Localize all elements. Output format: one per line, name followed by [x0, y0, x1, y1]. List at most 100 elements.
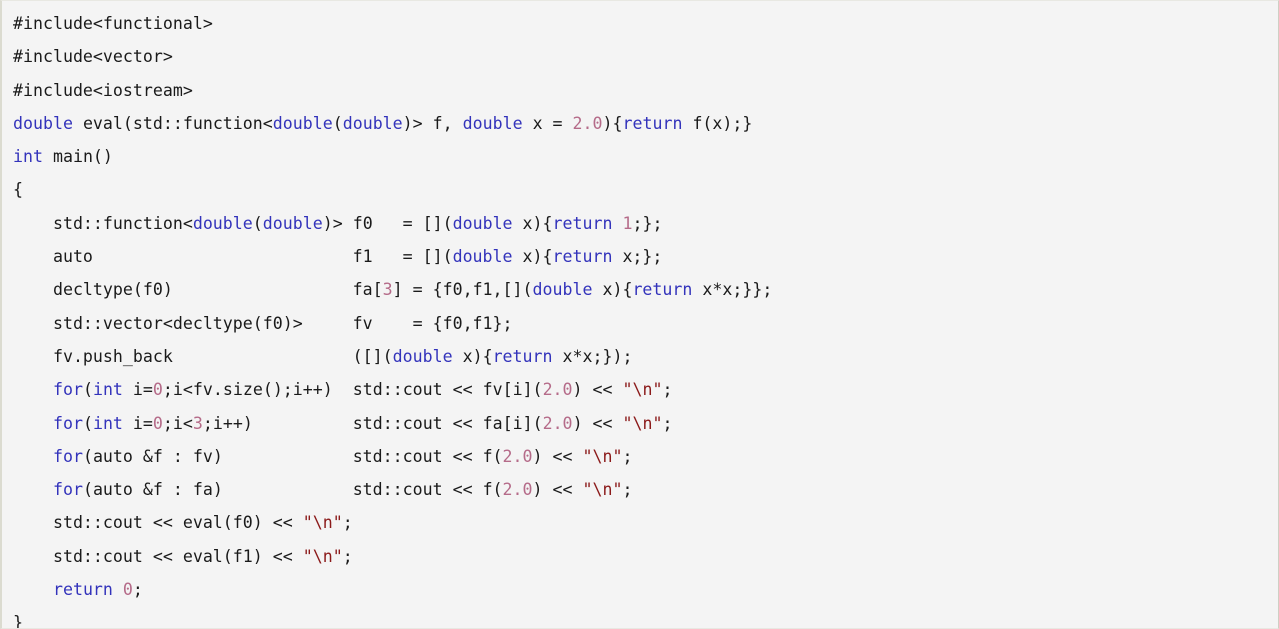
code-token-pl: x*x;}); — [552, 346, 633, 366]
code-token-str: "\n" — [302, 546, 343, 566]
code-token-kw: double — [342, 113, 403, 133]
code-token-num: 2.0 — [572, 113, 603, 133]
code-token-kw: return — [632, 280, 693, 300]
code-token-kw: double — [13, 113, 73, 133]
code-token-kw: double — [262, 213, 323, 233]
code-line: #include<functional> — [13, 7, 1278, 40]
code-token-kw: return — [552, 213, 613, 233]
code-token-num: 0 — [152, 380, 163, 400]
code-line: for(int i=0;i<fv.size();i++) std::cout <… — [13, 373, 1278, 406]
code-token-kw: int — [13, 147, 43, 167]
code-line: std::vector<decltype(f0)> fv = {f0,f1}; — [13, 307, 1278, 340]
code-token-pl: x = — [522, 113, 573, 133]
code-token-pl: ] = {f0,f1,[]( — [392, 280, 533, 300]
code-token-pl: { — [13, 180, 23, 200]
code-token-pl: ;}; — [632, 213, 663, 233]
code-token-num: 0 — [122, 580, 133, 600]
code-token-pl: main() — [42, 147, 113, 167]
code-token-pl: f(x);} — [682, 113, 753, 133]
code-token-pl: ( — [82, 413, 93, 433]
code-line: for(auto &f : fv) std::cout << f(2.0) <<… — [13, 440, 1278, 473]
code-token-pl: #include<vector> — [13, 47, 173, 67]
code-token-kw: double — [452, 213, 513, 233]
code-token-pl: ) << — [572, 380, 623, 400]
code-token-str: "\n" — [582, 480, 623, 500]
code-token-pl: (auto &f : fv) std::cout << f( — [82, 446, 503, 466]
code-line: for(auto &f : fa) std::cout << f(2.0) <<… — [13, 473, 1278, 506]
code-token-kw: return — [552, 247, 613, 267]
code-token-pl: i= — [122, 413, 153, 433]
code-token-pl: #include<functional> — [13, 14, 213, 33]
code-token-pl: ; — [622, 480, 633, 500]
code-token-pl: fv.push_back ([]( — [13, 346, 393, 366]
code-token-kw: for — [52, 480, 83, 500]
code-token-num: 2.0 — [502, 480, 533, 500]
code-line: return 0; — [13, 573, 1278, 606]
code-token-pl: ; — [342, 546, 353, 566]
code-token-kw: double — [272, 113, 333, 133]
code-line: std::function<double(double)> f0 = [](do… — [13, 207, 1278, 240]
code-token-kw: double — [392, 346, 453, 366]
code-line: fv.push_back ([](double x){return x*x;})… — [13, 340, 1278, 373]
code-token-num: 3 — [192, 413, 203, 433]
code-token-num: 2.0 — [542, 380, 573, 400]
code-token-str: "\n" — [622, 380, 663, 400]
code-token-pl: } — [13, 613, 23, 629]
code-token-pl: ){ — [602, 113, 623, 133]
code-token-pl: x){ — [592, 280, 633, 300]
code-token-pl: ; — [662, 380, 673, 400]
code-token-pl: x){ — [512, 213, 553, 233]
code-token-pl: ; — [132, 580, 143, 600]
code-token-kw: for — [52, 380, 83, 400]
code-token-pl: )> f, — [402, 113, 463, 133]
code-token-kw: int — [92, 380, 123, 400]
code-token-pl: std::vector<decltype(f0)> fv = {f0,f1}; — [13, 313, 513, 333]
code-token-pl: std::cout << eval(f0) << — [13, 513, 303, 533]
code-token-pl: #include<iostream> — [13, 80, 193, 100]
code-token-pl: ( — [82, 380, 93, 400]
code-token-pl: ; — [622, 446, 633, 466]
code-line: auto f1 = [](double x){return x;}; — [13, 240, 1278, 273]
code-line: for(int i=0;i<3;i++) std::cout << fa[i](… — [13, 407, 1278, 440]
code-token-kw: for — [52, 413, 83, 433]
code-token-pl: i= — [122, 380, 153, 400]
code-line: #include<vector> — [13, 40, 1278, 73]
code-token-kw: for — [52, 446, 83, 466]
code-token-num: 2.0 — [502, 446, 533, 466]
code-token-str: "\n" — [622, 413, 663, 433]
code-token-pl: eval(std::function< — [72, 113, 273, 133]
code-token-pl: x;}; — [612, 247, 663, 267]
code-token-pl: x){ — [452, 346, 493, 366]
code-token-num: 1 — [622, 213, 633, 233]
code-line: #include<iostream> — [13, 74, 1278, 107]
code-token-kw: double — [462, 113, 523, 133]
code-line: int main() — [13, 140, 1278, 173]
code-token-num: 0 — [152, 413, 163, 433]
code-line: } — [13, 606, 1278, 629]
code-token-pl: )> f0 = []( — [322, 213, 453, 233]
code-content[interactable]: #include<functional> #include<vector> #inc… — [13, 7, 1278, 629]
code-token-pl: (auto &f : fa) std::cout << f( — [82, 480, 503, 500]
code-token-kw: return — [622, 113, 683, 133]
code-token-num: 2.0 — [542, 413, 573, 433]
code-token-kw: double — [452, 247, 513, 267]
code-token-pl: x*x;}}; — [692, 280, 773, 300]
code-token-pl: ) << — [532, 446, 583, 466]
code-token-str: "\n" — [302, 513, 343, 533]
code-line: { — [13, 173, 1278, 206]
code-token-pl: x){ — [512, 247, 553, 267]
code-token-pl: ; — [662, 413, 673, 433]
code-token-kw: return — [52, 580, 113, 600]
code-token-num: 3 — [382, 280, 393, 300]
code-token-pl: ; — [342, 513, 353, 533]
code-token-pl: auto f1 = []( — [13, 247, 453, 267]
code-block[interactable]: #include<functional> #include<vector> #inc… — [0, 0, 1279, 629]
code-line: std::cout << eval(f1) << "\n"; — [13, 540, 1278, 573]
code-token-pl: ;i< — [162, 413, 193, 433]
